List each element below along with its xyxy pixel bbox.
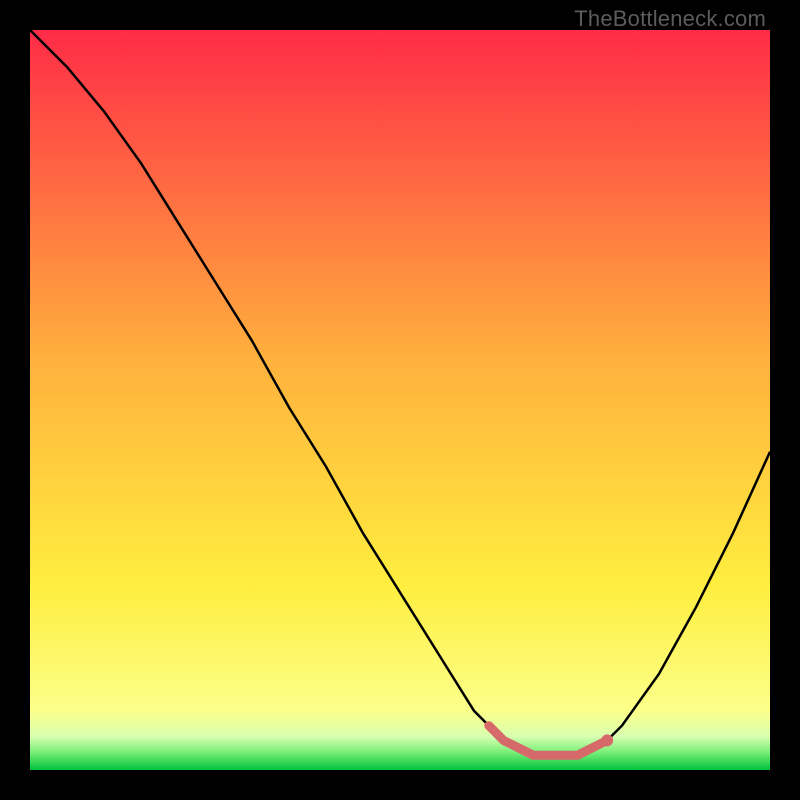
watermark-text: TheBottleneck.com [574,6,766,32]
chart-area [30,30,770,770]
bottleneck-curve [30,30,770,770]
